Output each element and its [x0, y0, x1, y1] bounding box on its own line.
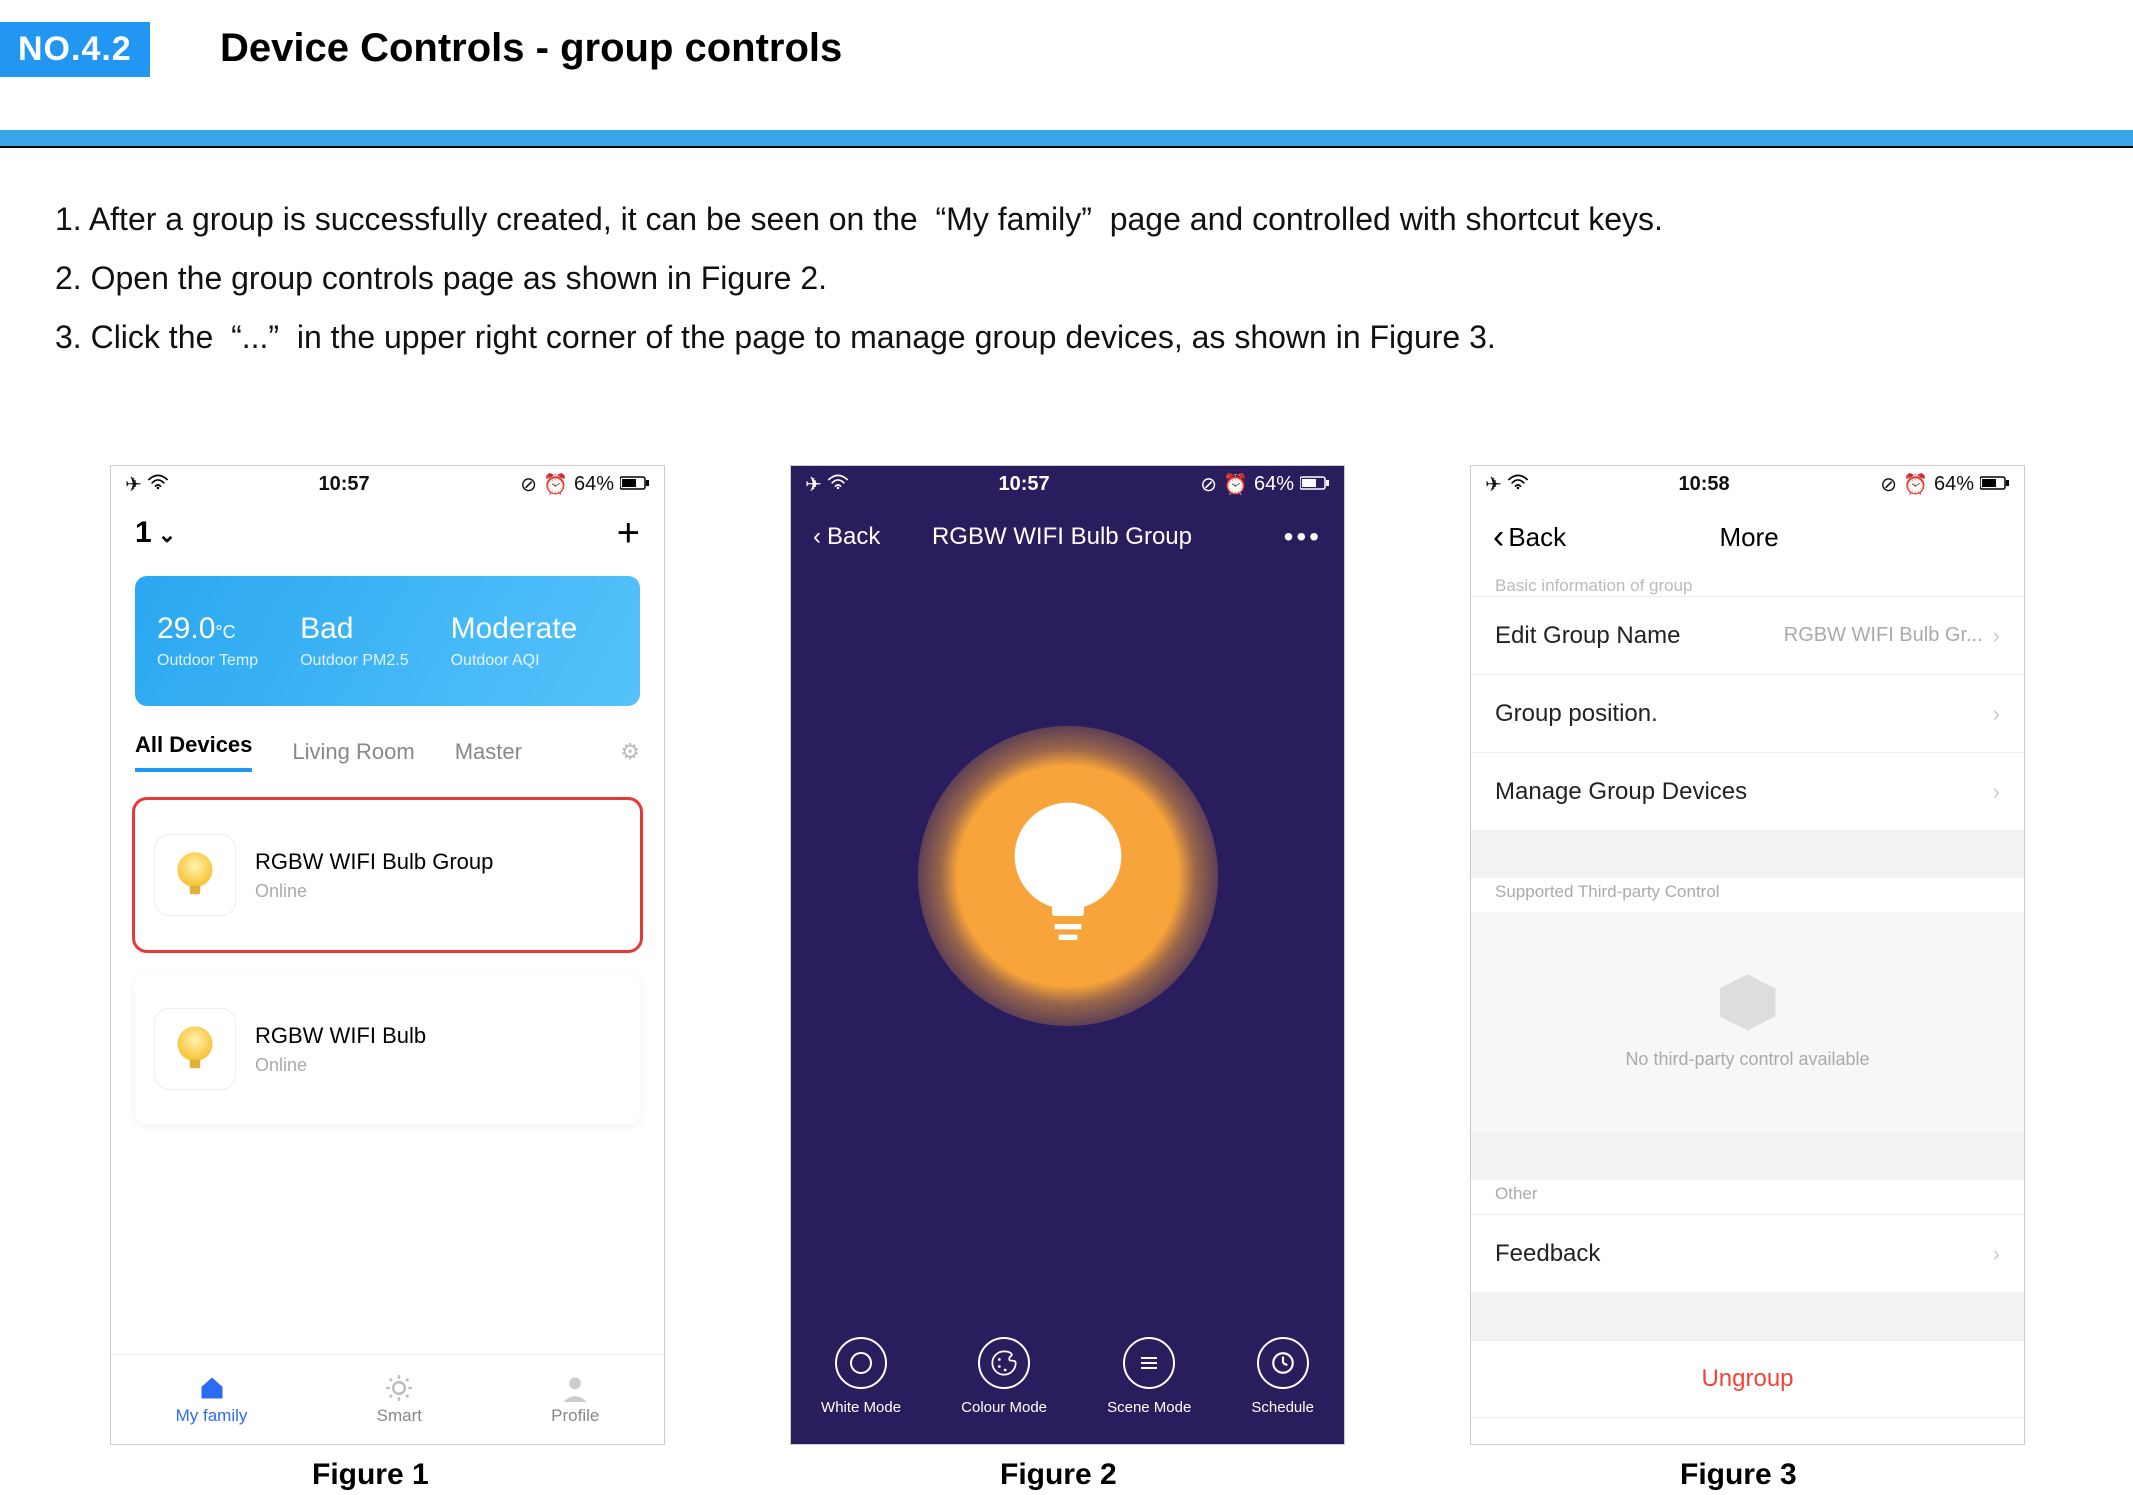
device-card-group[interactable]: RGBW WIFI Bulb Group Online [135, 800, 640, 950]
wifi-icon [1508, 473, 1528, 496]
tab-master[interactable]: Master [455, 739, 522, 765]
device-status: Online [255, 881, 493, 902]
row-label: Edit Group Name [1495, 622, 1680, 650]
aqi-value: Moderate [451, 612, 578, 646]
white-mode-icon [835, 1337, 887, 1389]
nav-smart[interactable]: Smart [377, 1374, 422, 1426]
battery-percent: 64% [574, 473, 614, 496]
device-status: Online [255, 1055, 426, 1076]
chevron-right-icon: › [1993, 1241, 2000, 1267]
section-header-basic-info: Basic information of group [1471, 572, 2024, 596]
alarm-icon: ⏰ [1223, 472, 1248, 497]
list-icon [1123, 1337, 1175, 1389]
wifi-icon [148, 473, 168, 496]
instruction-3: 3. Click the “...” in the upper right co… [55, 308, 1663, 367]
manage-group-devices-row[interactable]: Manage Group Devices › [1471, 752, 2024, 830]
chevron-right-icon: › [1993, 701, 2000, 727]
instruction-1: 1. After a group is successfully created… [55, 190, 1663, 249]
white-mode-button[interactable]: White Mode [821, 1337, 901, 1416]
palette-icon [978, 1337, 1030, 1389]
status-bar: ✈ 10:57 ⊘⏰ 64% [791, 466, 1344, 502]
section-header-other: Other [1471, 1180, 2024, 1214]
third-party-empty-state: No third-party control available [1471, 912, 2024, 1132]
temp-label: Outdoor Temp [157, 652, 258, 670]
figure-1-phone: ✈ 10:57 ⊘⏰ 64% 1 ⌄ + 29.0°C Outdoor Temp … [110, 465, 665, 1445]
figure-2-phone: ✈ 10:57 ⊘⏰64% ‹Back RGBW WIFI Bulb Group… [790, 465, 1345, 1445]
rotation-lock-icon: ⊘ [1200, 472, 1217, 497]
page-title: More [1496, 522, 2002, 553]
battery-icon [620, 473, 650, 496]
status-time: 10:58 [1678, 473, 1729, 496]
row-value: RGBW WIFI Bulb Gr... [1784, 624, 1983, 647]
more-menu-button[interactable]: ••• [1284, 521, 1322, 553]
rotation-lock-icon: ⊘ [1880, 472, 1897, 497]
bulb-icon [155, 1009, 235, 1089]
status-time: 10:57 [998, 473, 1049, 496]
section-number-badge: NO.4.2 [0, 22, 150, 77]
instruction-list: 1. After a group is successfully created… [55, 190, 1663, 368]
temp-value: 29.0 [157, 612, 215, 645]
section-header-third-party: Supported Third-party Control [1471, 878, 2024, 912]
chevron-down-icon: ⌄ [152, 522, 177, 547]
airplane-icon: ✈ [805, 472, 822, 497]
row-label: Manage Group Devices [1495, 778, 1747, 806]
edit-group-name-row[interactable]: Edit Group Name RGBW WIFI Bulb Gr... › [1471, 596, 2024, 674]
room-settings-icon[interactable]: ⚙ [620, 739, 640, 765]
ungroup-button[interactable]: Ungroup [1471, 1340, 2024, 1418]
row-label: Group position. [1495, 700, 1658, 728]
chevron-left-icon: ‹ [813, 523, 821, 551]
battery-icon [1300, 473, 1330, 496]
device-name: RGBW WIFI Bulb [255, 1023, 426, 1049]
airplane-icon: ✈ [125, 472, 142, 497]
device-name: RGBW WIFI Bulb Group [255, 849, 493, 875]
status-time: 10:57 [318, 473, 369, 496]
weather-card[interactable]: 29.0°C Outdoor Temp Bad Outdoor PM2.5 Mo… [135, 576, 640, 706]
wifi-icon [828, 473, 848, 496]
bulb-power-button[interactable] [918, 726, 1218, 1026]
home-selector[interactable]: 1 ⌄ [135, 516, 176, 550]
group-position-row[interactable]: Group position. › [1471, 674, 2024, 752]
alarm-icon: ⏰ [543, 472, 568, 497]
airplane-icon: ✈ [1485, 472, 1502, 497]
temp-unit: °C [215, 622, 235, 642]
battery-icon [1980, 473, 2010, 496]
chevron-right-icon: › [1993, 779, 2000, 805]
device-card-single[interactable]: RGBW WIFI Bulb Online [135, 974, 640, 1124]
schedule-button[interactable]: Schedule [1251, 1337, 1314, 1416]
battery-percent: 64% [1934, 473, 1974, 496]
chevron-right-icon: › [1993, 623, 2000, 649]
bottom-nav: My family Smart Profile [111, 1354, 664, 1444]
figure-2-caption: Figure 2 [1000, 1458, 1117, 1492]
row-label: Feedback [1495, 1240, 1600, 1268]
third-party-empty-text: No third-party control available [1625, 1049, 1869, 1070]
bulb-icon [155, 835, 235, 915]
mode-nav: White Mode Colour Mode Scene Mode Schedu… [791, 1324, 1344, 1444]
tab-all-devices[interactable]: All Devices [135, 732, 252, 772]
clock-icon [1257, 1337, 1309, 1389]
status-bar: ✈ 10:58 ⊘⏰ 64% [1471, 466, 2024, 502]
add-device-button[interactable]: + [617, 511, 640, 556]
page-title: RGBW WIFI Bulb Group [840, 523, 1283, 551]
header-divider [0, 130, 2133, 148]
section-title: Device Controls - group controls [220, 26, 842, 71]
figure-3-phone: ✈ 10:58 ⊘⏰64% ‹Back More Basic informati… [1470, 465, 2025, 1445]
nav-profile[interactable]: Profile [551, 1374, 599, 1426]
aqi-label: Outdoor AQI [451, 652, 578, 670]
feedback-row[interactable]: Feedback › [1471, 1214, 2024, 1292]
nav-my-family[interactable]: My family [176, 1374, 248, 1426]
figure-3-caption: Figure 3 [1680, 1458, 1797, 1492]
cube-icon [1720, 975, 1776, 1031]
pm25-label: Outdoor PM2.5 [300, 652, 409, 670]
status-bar: ✈ 10:57 ⊘⏰ 64% [111, 466, 664, 502]
pm25-value: Bad [300, 612, 409, 646]
scene-mode-button[interactable]: Scene Mode [1107, 1337, 1191, 1416]
alarm-icon: ⏰ [1903, 472, 1928, 497]
instruction-2: 2. Open the group controls page as shown… [55, 249, 1663, 308]
tab-living-room[interactable]: Living Room [292, 739, 414, 765]
battery-percent: 64% [1254, 473, 1294, 496]
colour-mode-button[interactable]: Colour Mode [961, 1337, 1047, 1416]
rotation-lock-icon: ⊘ [520, 472, 537, 497]
figure-1-caption: Figure 1 [312, 1458, 429, 1492]
